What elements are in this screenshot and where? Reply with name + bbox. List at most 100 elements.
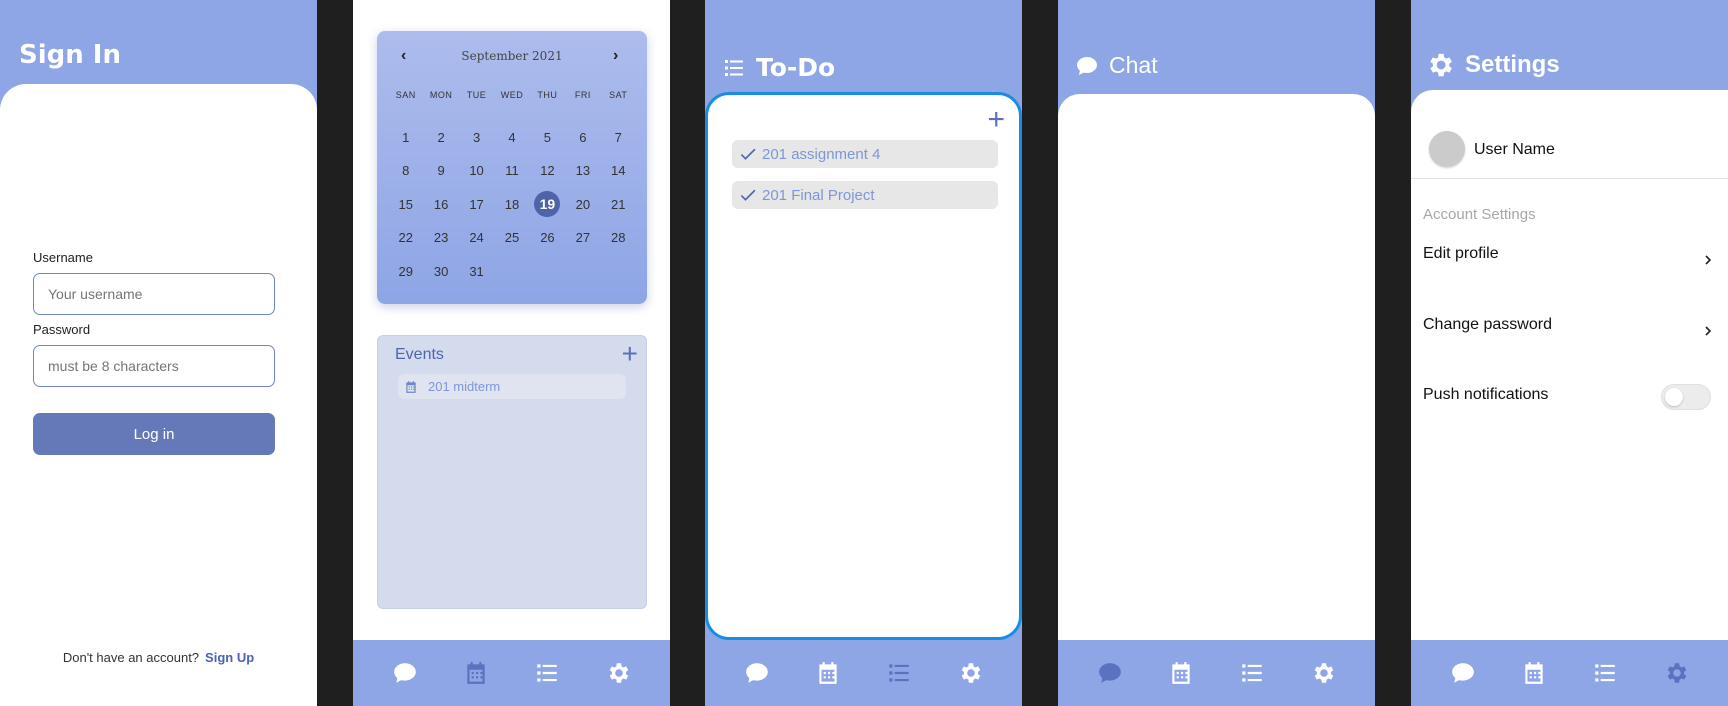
chat-icon [1075,54,1099,78]
todo-item[interactable]: 201 Final Project [732,181,998,209]
todo-card: + 201 assignment 4 201 Final Project [705,92,1022,640]
change-password-label: Change password [1423,316,1552,333]
nav-todo[interactable] [1590,658,1620,688]
nav-settings[interactable] [603,658,633,688]
push-notifications-label: Push notifications [1423,386,1549,403]
page-title: To-Do [756,53,836,82]
signup-link[interactable]: Sign Up [205,650,254,665]
password-input[interactable] [33,345,275,387]
chat-icon [392,660,418,686]
nav-settings[interactable] [1661,658,1691,688]
chat-screen: Chat [1058,0,1375,706]
nav-calendar[interactable] [813,658,843,688]
weekday-label: SAT [609,90,628,100]
next-month-button[interactable]: › [613,47,618,65]
nav-chat[interactable] [1095,658,1125,688]
calendar-screen: ‹ September 2021 › SAN MON TUE WED THU FRI SAT… [353,0,670,706]
event-label: 201 midterm [428,379,501,394]
gear-icon [1310,660,1336,686]
add-event-button[interactable]: + [622,340,638,368]
weekday-label: FRI [574,90,591,100]
todo-label: 201 Final Project [762,186,875,204]
gear-icon [1425,50,1455,80]
app-screens: Sign In Username Password Log in Don't h… [0,0,1728,706]
nav-todo[interactable] [884,658,914,688]
chat-area [1058,94,1375,654]
calendar-icon [463,660,489,686]
list-icon [534,660,560,686]
page-title: Sign In [19,40,121,70]
login-button[interactable]: Log in [33,413,275,455]
settings-card: User Name Account Settings Edit profile … [1411,90,1728,650]
settings-header: Settings [1425,50,1560,80]
username-input[interactable] [33,273,275,315]
calendar-widget: ‹ September 2021 › SAN MON TUE WED THU FRI SAT… [377,31,647,304]
weekday-label: WED [500,90,524,100]
settings-screen: Settings User Name Account Settings Edit… [1411,0,1728,706]
weekday-label: SAN [395,90,416,100]
chat-icon [744,660,770,686]
todo-screen: To-Do + 201 assignment 4 201 Final Proje… [705,0,1022,706]
calendar-day[interactable]: 29 [388,263,423,297]
no-account-text: Don't have an account? [62,650,200,665]
edit-profile-row[interactable]: Edit profile [1423,245,1713,275]
calendar-day[interactable]: 26 [530,230,565,264]
nav-chat[interactable] [390,658,420,688]
todo-item[interactable]: 201 assignment 4 [732,140,998,168]
push-notifications-toggle[interactable] [1661,384,1711,410]
list-icon [722,56,746,80]
nav-calendar[interactable] [1166,658,1196,688]
weekday-label: MON [429,90,453,100]
toggle-knob [1665,388,1683,406]
add-todo-button[interactable]: + [987,105,1005,135]
nav-todo[interactable] [532,658,562,688]
calendar-icon [1168,660,1194,686]
nav-settings[interactable] [955,658,985,688]
todo-label: 201 assignment 4 [762,145,881,163]
bottom-nav [353,640,670,706]
username-label: Username [33,250,93,265]
day-grid: 1 2 3 4 5 6 7 8 9 10 11 12 13 14 15 16 17 18 19 20 21 22 23 24 2… [388,129,636,297]
chevron-right-icon [1705,326,1712,336]
events-panel: Events + 201 midterm [377,335,647,609]
account-settings-label: Account Settings [1423,206,1536,223]
check-icon [738,144,758,164]
nav-calendar[interactable] [461,658,491,688]
check-icon [738,185,758,205]
calendar-day[interactable]: 25 [494,230,529,264]
event-item[interactable]: 201 midterm [398,374,626,399]
edit-profile-label: Edit profile [1423,245,1499,262]
calendar-day[interactable]: 30 [423,263,458,297]
avatar[interactable] [1429,131,1465,167]
gear-icon [1663,660,1689,686]
sign-in-card [0,84,317,706]
calendar-icon [815,660,841,686]
nav-chat[interactable] [1448,658,1478,688]
nav-calendar[interactable] [1519,658,1549,688]
bottom-nav [1411,640,1728,706]
bottom-nav [1058,640,1375,706]
bottom-nav [705,640,1022,706]
month-label: September 2021 [461,49,563,63]
chevron-right-icon [1705,255,1712,265]
calendar-icon [404,380,418,394]
change-password-row[interactable]: Change password [1423,316,1713,346]
calendar-day[interactable]: 31 [459,263,494,297]
chat-icon [1097,660,1123,686]
events-title: Events [395,346,444,363]
user-name: User Name [1474,141,1555,158]
nav-chat[interactable] [742,658,772,688]
calendar-day[interactable]: 27 [565,230,600,264]
sign-in-screen: Sign In Username Password Log in Don't h… [0,0,317,706]
list-icon [1592,660,1618,686]
nav-settings[interactable] [1308,658,1338,688]
list-icon [1239,660,1265,686]
calendar-day[interactable]: 28 [601,230,636,264]
weekday-header: SAN MON TUE WED THU FRI SAT [388,90,636,100]
weekday-label: THU [537,90,558,100]
page-title: Settings [1465,51,1560,78]
gear-icon [605,660,631,686]
page-title: Chat [1109,52,1158,78]
password-label: Password [33,322,91,337]
nav-todo[interactable] [1237,658,1267,688]
